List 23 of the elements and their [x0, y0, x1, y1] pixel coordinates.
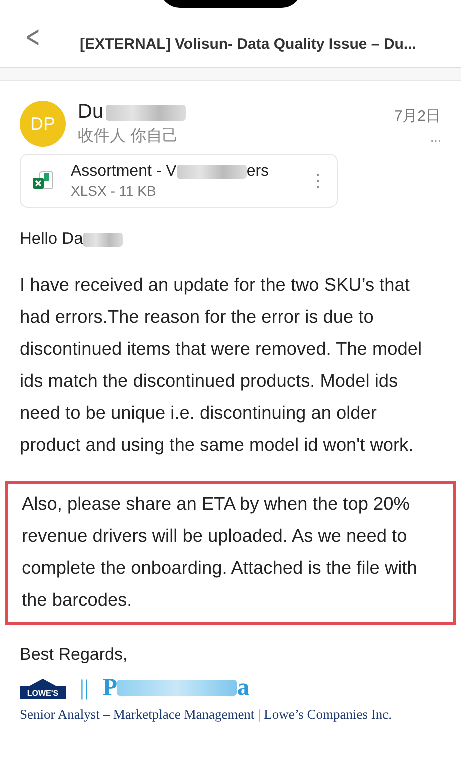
- recipient-label: 收件人 你自己: [78, 127, 180, 147]
- separator: ||: [80, 675, 89, 701]
- company-logo: LOWE'S: [20, 677, 66, 699]
- greeting: Hello Da: [20, 230, 84, 249]
- avatar: DP: [20, 101, 66, 147]
- more-button[interactable]: ···: [430, 132, 441, 148]
- closing: Best Regards,: [20, 645, 129, 665]
- signature-title: Senior Analyst – Marketplace Management | Lowe’s Companies Inc.: [20, 707, 393, 723]
- back-button[interactable]: <: [24, 23, 42, 53]
- body-paragraph: I have received an update for the two SKU’s that had errors.The reason for the error is due to discontinued items that were removed. The model ids match the discontinued products. Model ids need to be unique i.e. discontinuing an older product and using the same model id won't work.: [20, 274, 424, 457]
- sender-name: Du: [78, 101, 104, 124]
- attachment-name: ers: [246, 163, 270, 181]
- highlighted-paragraph: Also, please share an ETA by when the top 20% revenue drivers will be uploaded. As we need to complete the onboarding. Attached is the file with the barcodes.: [5, 481, 456, 625]
- attachment-menu: ⋮: [309, 170, 327, 192]
- message-date: 7月2日: [394, 107, 441, 126]
- email-subject: [EXTERNAL] Volisun- Data Quality Issue – Du...: [80, 36, 416, 53]
- attachment-name: Assortment - V: [71, 163, 177, 181]
- signature-name: P: [102, 674, 118, 702]
- attachment-meta: XLSX - 11 KB: [71, 183, 158, 199]
- signature-name: a: [237, 674, 250, 702]
- attachment-card[interactable]: Assortment - V ers XLSX - 11 KB ⋮: [20, 154, 338, 208]
- redaction-blur: [83, 232, 124, 246]
- redaction-blur: [176, 165, 247, 179]
